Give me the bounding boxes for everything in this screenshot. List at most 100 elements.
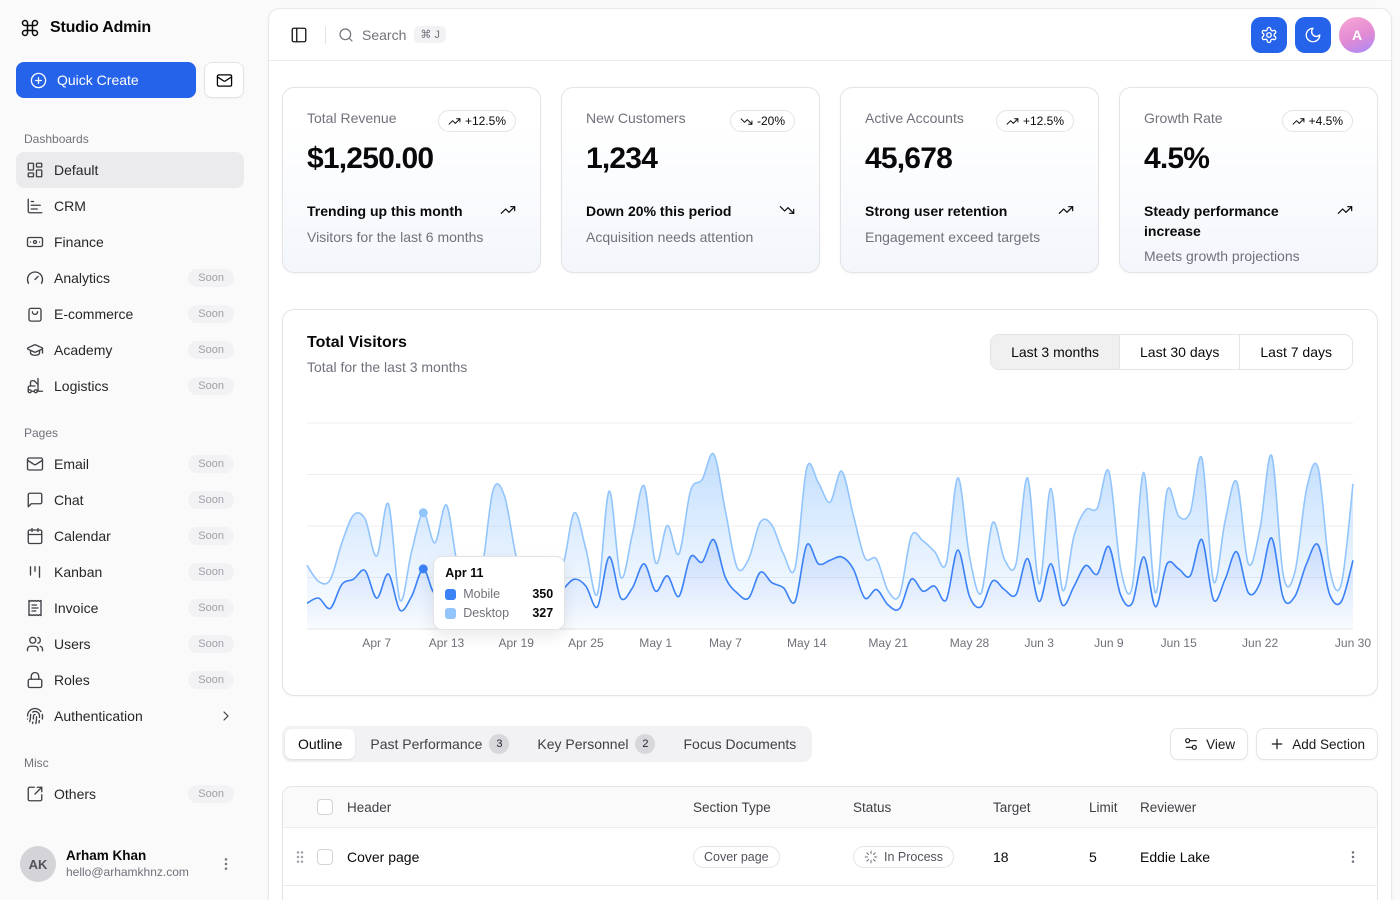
sidebar-item-authentication[interactable]: Authentication [16,698,244,734]
series-swatch [445,589,456,600]
x-axis-tick: Apr 13 [429,636,465,650]
tab-count-badge: 3 [489,734,509,754]
tab-outline[interactable]: Outline [285,729,355,759]
stat-card-headline: Strong user retention [865,202,1074,222]
gauge-icon [26,269,44,287]
section-tabs-row: OutlinePast Performance3Key Personnel2Fo… [282,726,1378,762]
range-last-30-days[interactable]: Last 30 days [1119,335,1239,369]
user-menu-button[interactable] [212,850,240,878]
sections-table: HeaderSection TypeStatusTargetLimitRevie… [282,786,1378,900]
search-icon [338,27,354,43]
soon-badge: Soon [188,635,234,653]
trending-up-icon [448,115,461,128]
trend-badge: -20% [730,110,795,132]
sidebar-group-label: Misc [16,756,244,770]
add-section-button[interactable]: Add Section [1256,728,1378,760]
stat-card-new-customers: New Customers-20%1,234Down 20% this peri… [561,87,820,273]
sidebar-item-finance[interactable]: Finance [16,224,244,260]
sidebar-toggle-button[interactable] [285,21,313,49]
chart-subtitle: Total for the last 3 months [307,359,467,375]
range-last-7-days[interactable]: Last 7 days [1239,335,1352,369]
theme-toggle-button[interactable] [1295,17,1331,53]
stat-card-headline-text: Strong user retention [865,202,1007,222]
soon-badge: Soon [188,785,234,803]
section-type-label: Cover page [704,850,769,864]
sidebar-item-users[interactable]: UsersSoon [16,626,244,662]
row-checkbox[interactable] [317,849,333,865]
sidebar-item-label: Authentication [54,708,208,724]
sidebar-item-chat[interactable]: ChatSoon [16,482,244,518]
stat-card-value: $1,250.00 [307,142,516,176]
stat-card-growth-rate: Growth Rate+4.5%4.5%Steady performance i… [1119,87,1378,273]
stat-card-headline: Down 20% this period [586,202,795,222]
column-header-status: Status [853,800,993,815]
area-chart[interactable]: Apr 7Apr 13Apr 19Apr 25May 1May 7May 14M… [307,417,1353,653]
fingerprint-icon [26,707,44,725]
app-brand[interactable]: Studio Admin [16,18,244,38]
stat-card-subtext: Meets growth projections [1144,248,1353,264]
sidebar-item-academy[interactable]: AcademySoon [16,332,244,368]
trend-badge: +12.5% [996,110,1074,132]
stat-card-title: Active Accounts [865,110,964,126]
trending-down-icon [740,115,753,128]
chart-title: Total Visitors [307,334,467,352]
trend-badge-value: +12.5% [1023,114,1064,128]
panel-left-icon [290,26,308,44]
divider [325,26,326,44]
tooltip-series-row: Mobile350 [445,587,553,601]
search-input[interactable]: Search ⌘ J [338,26,446,43]
stat-card-headline: Trending up this month [307,202,516,222]
select-all-checkbox[interactable] [317,799,333,815]
plus-icon [1269,736,1285,752]
search-placeholder: Search [362,27,406,43]
tab-past-performance[interactable]: Past Performance3 [357,729,522,759]
series-value: 350 [532,587,553,601]
settings-button[interactable] [1251,17,1287,53]
x-axis: Apr 7Apr 13Apr 19Apr 25May 1May 7May 14M… [362,636,1371,650]
stat-card-value: 4.5% [1144,142,1353,176]
tab-focus-documents[interactable]: Focus Documents [670,729,809,759]
tab-key-personnel[interactable]: Key Personnel2 [524,729,668,759]
sidebar-group-dashboards: Dashboards DefaultCRMFinanceAnalyticsSoon… [16,132,244,404]
sidebar-item-email[interactable]: EmailSoon [16,446,244,482]
sidebar-item-crm[interactable]: CRM [16,188,244,224]
sidebar-item-logistics[interactable]: LogisticsSoon [16,368,244,404]
message-square-icon [26,491,44,509]
stat-card-subtext: Visitors for the last 6 months [307,229,516,245]
series-name: Desktop [463,606,525,620]
table-header-row: HeaderSection TypeStatusTargetLimitRevie… [283,787,1377,827]
soon-badge: Soon [188,527,234,545]
sidebar: Studio Admin Quick Create Dashboards Defa… [0,0,260,900]
sidebar-item-label: E-commerce [54,306,178,322]
forklift-icon [26,377,44,395]
sidebar-item-invoice[interactable]: InvoiceSoon [16,590,244,626]
view-button[interactable]: View [1170,728,1248,760]
series-swatch [445,608,456,619]
chevron-right-icon [218,708,234,724]
range-last-3-months[interactable]: Last 3 months [991,335,1119,369]
quick-create-button[interactable]: Quick Create [16,62,196,98]
soon-badge: Soon [188,599,234,617]
stat-cards: Total Revenue+12.5%$1,250.00Trending up … [282,87,1378,273]
inbox-button[interactable] [204,62,244,98]
row-menu-button[interactable] [1339,843,1367,871]
sidebar-item-default[interactable]: Default [16,152,244,188]
banknote-icon [26,233,44,251]
sidebar-item-e-commerce[interactable]: E-commerceSoon [16,296,244,332]
soon-badge: Soon [188,671,234,689]
sidebar-item-analytics[interactable]: AnalyticsSoon [16,260,244,296]
sidebar-item-kanban[interactable]: KanbanSoon [16,554,244,590]
tab-count-badge: 2 [635,734,655,754]
sidebar-item-others[interactable]: OthersSoon [16,776,244,812]
visitors-chart-card: Total Visitors Total for the last 3 mont… [282,309,1378,696]
sidebar-group-label: Dashboards [16,132,244,146]
x-axis-tick: Jun 22 [1242,636,1278,650]
sidebar-item-roles[interactable]: RolesSoon [16,662,244,698]
loader-icon [864,850,878,864]
profile-avatar[interactable]: A [1339,17,1375,53]
drag-handle[interactable] [283,849,317,865]
user-menu[interactable]: AK Arham Khan hello@arhamkhnz.com [16,840,244,888]
mail-icon [26,455,44,473]
sidebar-group-label: Pages [16,426,244,440]
sidebar-item-calendar[interactable]: CalendarSoon [16,518,244,554]
